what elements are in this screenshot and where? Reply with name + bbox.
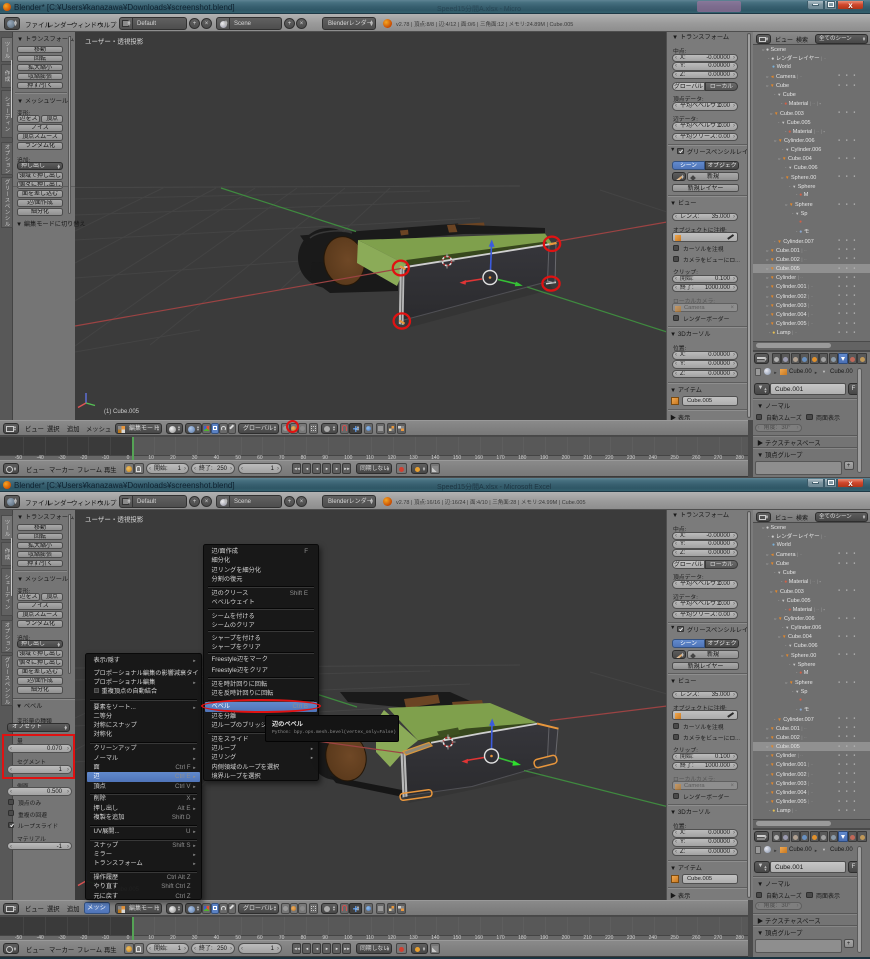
svg-text:(1) Cube.005: (1) Cube.005 bbox=[104, 409, 140, 415]
svg-text:ユーザー・透視投影: ユーザー・透視投影 bbox=[85, 515, 144, 524]
svg-text:ユーザー・透視投影: ユーザー・透視投影 bbox=[85, 37, 144, 46]
